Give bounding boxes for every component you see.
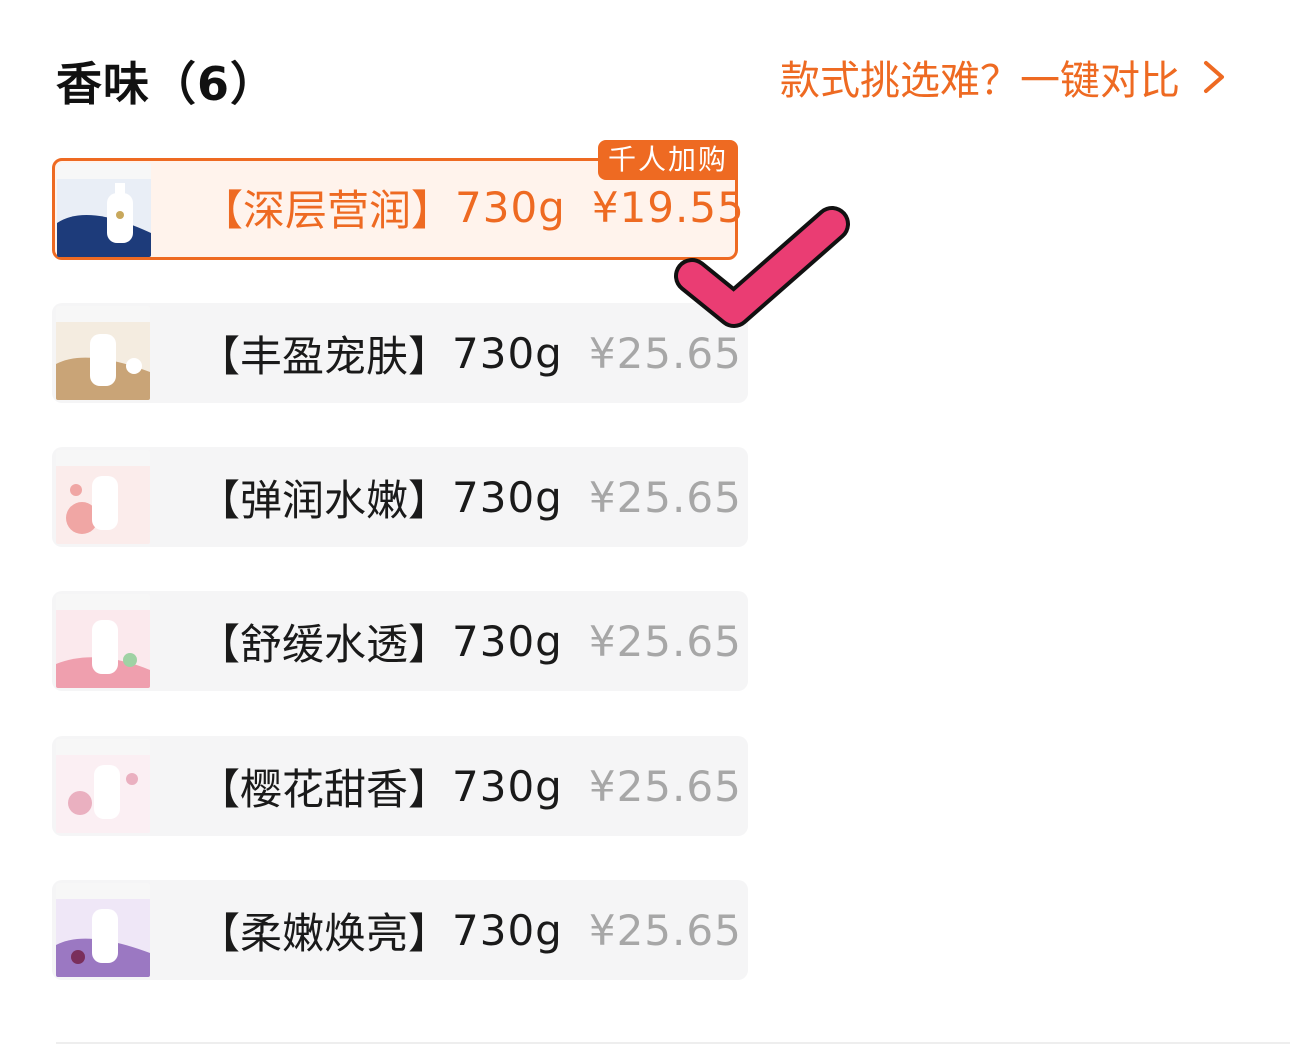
scent-option-2[interactable]: 【丰盈宠肤】 730g ¥25.65 (52, 303, 748, 403)
scent-option-5[interactable]: 【樱花甜香】 730g ¥25.65 (52, 736, 748, 836)
scent-section-title: 香味（6） (56, 57, 278, 111)
option-price: ¥25.65 (588, 472, 742, 522)
option-weight: 730g (452, 905, 563, 955)
option-name: 【柔嫩焕亮】 (198, 908, 451, 958)
product-thumbnail (57, 163, 151, 257)
scent-option-1[interactable]: 【深层营润】 730g ¥19.55 千人加购 (52, 140, 744, 260)
popular-badge: 千人加购 (597, 140, 738, 180)
compare-link-label: 款式挑选难？一键对比 (780, 58, 1180, 104)
compare-link[interactable]: 款式挑选难？一键对比 (780, 50, 1228, 104)
option-name: 【深层营润】 (201, 185, 454, 235)
option-name: 【舒缓水透】 (198, 619, 451, 669)
product-thumbnail (56, 306, 150, 400)
scent-option-6[interactable]: 【柔嫩焕亮】 730g ¥25.65 (52, 880, 748, 980)
chevron-right-icon (1204, 61, 1224, 93)
section-divider (56, 1042, 1290, 1044)
scent-option-4[interactable]: 【舒缓水透】 730g ¥25.65 (52, 591, 748, 691)
option-price: ¥25.65 (588, 905, 742, 955)
option-label: 【丰盈宠肤】 730g ¥25.65 (198, 303, 742, 403)
option-name: 【丰盈宠肤】 (198, 331, 451, 381)
product-thumbnail (56, 739, 150, 833)
option-weight: 730g (452, 328, 563, 378)
option-label: 【舒缓水透】 730g ¥25.65 (198, 591, 742, 691)
product-thumbnail (56, 883, 150, 977)
option-weight: 730g (452, 761, 563, 811)
checkmark-icon (674, 206, 850, 328)
option-label: 【樱花甜香】 730g ¥25.65 (198, 736, 742, 836)
option-name: 【樱花甜香】 (198, 764, 451, 814)
option-weight: 730g (455, 182, 566, 232)
option-name: 【弹润水嫩】 (198, 475, 451, 525)
option-label: 【柔嫩焕亮】 730g ¥25.65 (198, 880, 742, 980)
option-price: ¥25.65 (588, 616, 742, 666)
option-price: ¥25.65 (588, 761, 742, 811)
option-weight: 730g (452, 616, 563, 666)
section-header: 香味（6） 款式挑选难？一键对比 (0, 0, 1290, 140)
product-thumbnail (56, 594, 150, 688)
product-thumbnail (56, 450, 150, 544)
scent-option-3[interactable]: 【弹润水嫩】 730g ¥25.65 (52, 447, 748, 547)
option-label: 【弹润水嫩】 730g ¥25.65 (198, 447, 742, 547)
option-weight: 730g (452, 472, 563, 522)
